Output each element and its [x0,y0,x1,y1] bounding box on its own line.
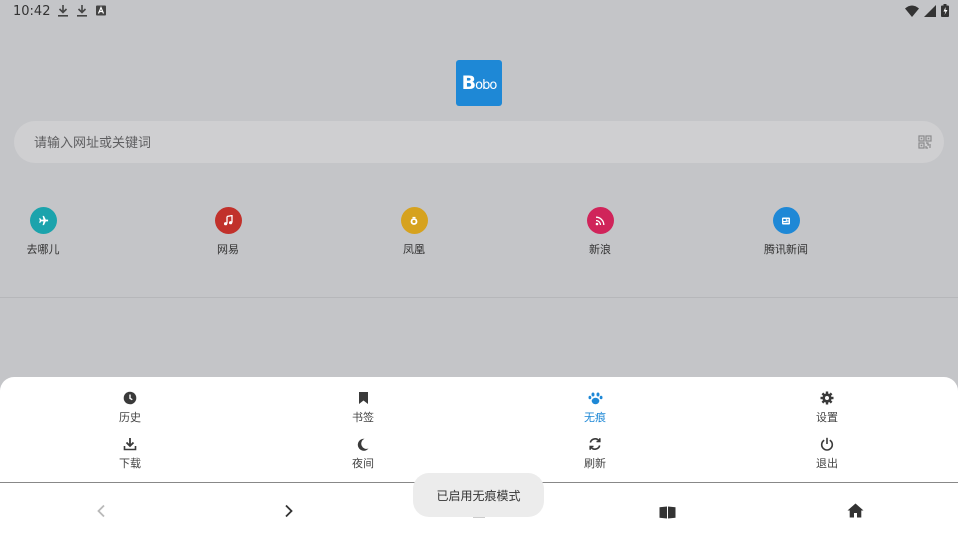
menu-item-refresh[interactable]: 刷新 [555,436,635,471]
paw-icon [555,390,635,406]
shortcut-tencent-news[interactable]: 腾讯新闻 [741,207,831,257]
menu-item-history[interactable]: 历史 [90,390,170,425]
status-bar: 10:42 [0,0,958,22]
shortcut-label: 去哪儿 [26,243,60,256]
status-time: 10:42 [13,4,51,19]
menu-item-downloads[interactable]: 下载 [90,436,170,471]
download-icon [76,4,88,17]
app-logo: Bobo [456,60,502,106]
refresh-icon [555,436,635,452]
phoenix-icon [400,207,428,234]
music-note-icon [214,207,242,234]
menu-label: 刷新 [584,457,606,470]
menu-sheet: 历史 书签 无痕 设置 下载 夜间 刷新 退出 [0,377,958,482]
shortcut-label: 新浪 [589,243,611,256]
menu-label: 书签 [352,411,374,424]
rss-icon [586,207,614,234]
forward-icon[interactable] [284,503,294,522]
shortcut-label: 腾讯新闻 [764,243,808,256]
home-icon[interactable] [847,503,864,522]
download-icon [57,4,69,17]
book-icon[interactable] [659,504,676,523]
search-bar[interactable] [14,121,944,165]
menu-label: 夜间 [352,457,374,470]
clock-icon [90,390,170,406]
shortcut-netease[interactable]: 网易 [183,207,273,257]
menu-item-night-mode[interactable]: 夜间 [323,436,403,471]
menu-label: 退出 [816,457,838,470]
qr-code-icon[interactable] [918,134,932,153]
wifi-icon [905,5,919,21]
shortcut-label: 凤凰 [403,243,425,256]
section-divider [0,297,958,298]
plane-icon [29,207,57,234]
gear-icon [787,390,867,406]
signal-icon [924,4,936,21]
menu-label: 下载 [119,457,141,470]
menu-item-settings[interactable]: 设置 [787,390,867,425]
shortcut-ifeng[interactable]: 凤凰 [369,207,459,257]
moon-icon [323,436,403,452]
search-input[interactable] [32,121,896,165]
battery-icon [941,4,949,21]
logo-text-small: obo [475,78,497,93]
shortcut-qunar[interactable]: 去哪儿 [0,207,88,257]
power-icon [787,436,867,452]
menu-item-bookmarks[interactable]: 书签 [323,390,403,425]
back-icon[interactable] [96,503,106,522]
a-box-icon [95,4,107,17]
toast-message: 已启用无痕模式 [413,473,544,517]
menu-item-exit[interactable]: 退出 [787,436,867,471]
shortcut-label: 网易 [217,243,239,256]
menu-label: 历史 [119,411,141,424]
logo-text-main: B [461,72,477,94]
menu-label: 无痕 [584,411,606,424]
menu-label: 设置 [816,411,838,424]
bookmark-icon [323,390,403,406]
shortcut-sina[interactable]: 新浪 [555,207,645,257]
news-icon [772,207,800,234]
toast-text: 已启用无痕模式 [436,488,521,503]
download-icon [90,436,170,452]
menu-item-incognito[interactable]: 无痕 [555,390,635,425]
